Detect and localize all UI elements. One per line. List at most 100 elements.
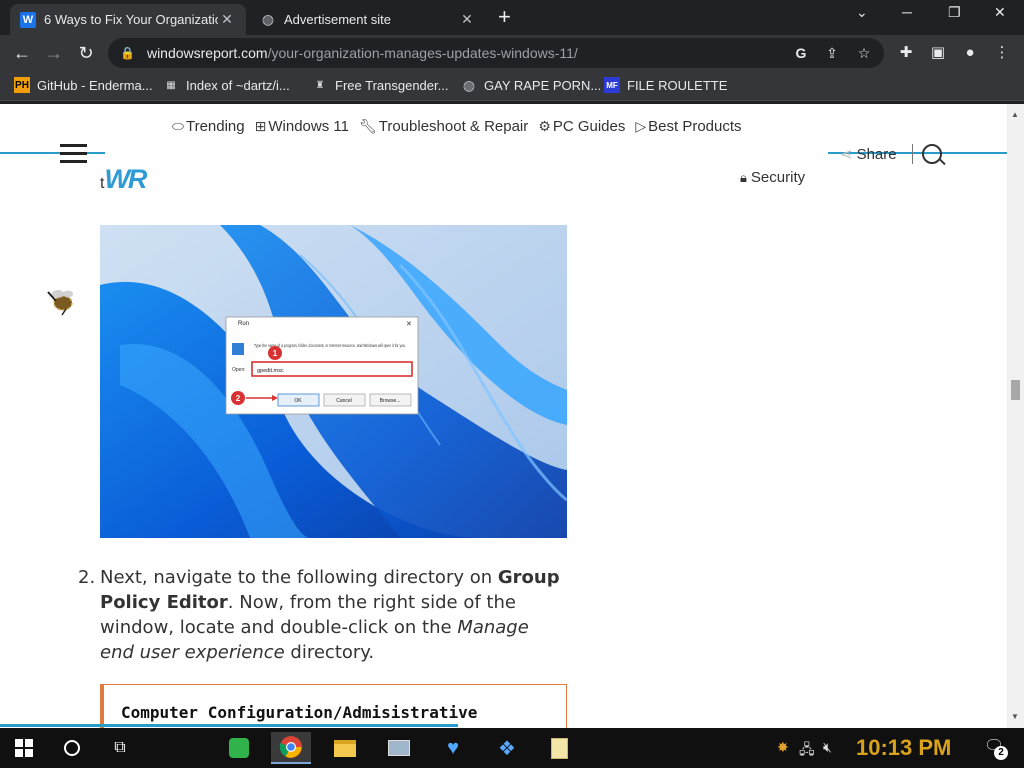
bee-cursor-icon (47, 290, 73, 316)
scroll-down-icon[interactable]: ▼ (1011, 712, 1019, 721)
share-button[interactable]: ⋖ Share (840, 145, 897, 164)
notification-count-badge: 2 (994, 746, 1008, 760)
bookmark-file-roulette[interactable]: MF FILE ROULETTE (604, 77, 727, 93)
ph-favicon-icon: PH (14, 77, 30, 93)
bookmark-index[interactable]: ▦ Index of ~dartz/i... (163, 77, 290, 93)
forward-button[interactable]: → (42, 41, 66, 65)
run-browse: Browse... (380, 398, 401, 404)
cube-icon: ❖ (498, 737, 516, 760)
bookmarks-bar: PH GitHub - Enderma... ▦ Index of ~dartz… (0, 71, 1024, 101)
taskbar-clock[interactable]: 10:13 PM (856, 735, 951, 761)
bookmark-gay-rape[interactable]: ◍ GAY RAPE PORN... (461, 77, 601, 93)
address-bar[interactable]: 🔒 windowsreport.com/your-organization-ma… (108, 38, 884, 68)
google-lens-icon[interactable]: G (791, 43, 811, 63)
bookmark-label: GitHub - Enderma... (37, 77, 153, 93)
hamburger-menu-icon[interactable] (60, 144, 87, 168)
search-icon[interactable] (922, 144, 942, 164)
svg-text:✕: ✕ (406, 321, 412, 328)
scrollbar-thumb[interactable] (1011, 380, 1020, 400)
lock-icon: 🔒 (120, 46, 135, 60)
close-tab-icon[interactable]: ✕ (218, 11, 236, 28)
globe-icon: ◍ (261, 11, 275, 27)
run-open-label: Open: (232, 367, 246, 373)
bookmark-github[interactable]: PH GitHub - Enderma... (14, 77, 153, 93)
scroll-up-icon[interactable]: ▲ (1011, 110, 1019, 119)
nav-best-products[interactable]: ▷ Best Products (635, 118, 741, 135)
close-window-button[interactable]: ✕ (994, 4, 1006, 21)
tab-inactive[interactable]: ◍ Advertisement site ✕ (250, 4, 486, 35)
mf-favicon-icon: MF (604, 77, 620, 93)
taskbar-app-health[interactable]: ♥ (433, 732, 473, 764)
share-icon: ⋖ (840, 146, 853, 163)
wrench-icon: 🔧︎ (358, 118, 377, 134)
search-button[interactable] (52, 732, 92, 764)
article-screenshot: Run ✕ Type the name of a program, folder… (100, 225, 567, 538)
page-scrollbar[interactable]: ▲ ▼ (1007, 104, 1024, 728)
windows-icon: ⊞ (254, 118, 267, 134)
padlock-icon: 🔒︎ (740, 169, 747, 185)
nav-label: PC Guides (552, 118, 626, 135)
monitor-icon (388, 740, 410, 756)
url-host: windowsreport.com (146, 45, 268, 61)
taskbar-app-notepad[interactable] (539, 732, 579, 764)
taskbar-app-cube[interactable]: ❖ (487, 732, 527, 764)
start-button[interactable] (4, 732, 44, 764)
run-ok: OK (294, 398, 302, 404)
folder-icon (334, 739, 356, 757)
share-label: Share (856, 145, 897, 163)
step-text: Next, navigate to the following director… (100, 567, 498, 588)
restore-button[interactable]: ❐ (948, 4, 961, 21)
task-view-button[interactable]: ⧉ (100, 732, 140, 764)
chrome-icon (279, 736, 302, 758)
minimize-button[interactable]: ─ (902, 4, 912, 20)
site-nav: ⬭ Trending ⊞ Windows 11 🔧︎ Troubleshoot … (172, 118, 752, 135)
bookmark-label: Index of ~dartz/i... (186, 77, 290, 93)
tab-search-chevron-icon[interactable]: ⌄ (856, 4, 868, 21)
notification-center-icon[interactable]: 🗨︎ 2 (984, 736, 1008, 760)
taskbar-app-monitor[interactable] (379, 732, 419, 764)
tab-title: Advertisement site (284, 12, 391, 27)
menu-kebab-icon[interactable]: ⋮ (992, 43, 1012, 63)
nav-pc-guides[interactable]: ⚙ PC Guides (538, 118, 625, 135)
taskbar-app-notes[interactable] (219, 732, 259, 764)
nav-security[interactable]: 🔒︎ Security (740, 169, 805, 186)
green-notes-icon (229, 738, 249, 758)
code-text[interactable]: Computer Configuration/Admisistrative (121, 703, 477, 722)
header-rule-left (0, 152, 105, 154)
step-2-paragraph: 2. Next, navigate to the following direc… (78, 565, 568, 665)
code-block: Computer Configuration/Admisistrative (100, 684, 567, 728)
new-tab-button[interactable]: + (498, 6, 511, 28)
notepad-icon (550, 737, 568, 759)
back-button[interactable]: ← (10, 41, 34, 65)
tray-app-icon[interactable]: ✸ (777, 739, 789, 756)
taskbar-app-explorer[interactable] (325, 732, 365, 764)
url-path: /your-organization-manages-updates-windo… (267, 45, 578, 61)
side-panel-icon[interactable]: ▣ (928, 43, 948, 63)
nav-windows-11[interactable]: ⊞ Windows 11 (255, 118, 349, 135)
play-icon: ▷ (635, 118, 647, 134)
folder-icon: ▦ (166, 79, 176, 91)
task-view-icon: ⧉ (114, 739, 126, 756)
site-logo[interactable]: tWR (100, 164, 147, 195)
nav-trending[interactable]: ⬭ Trending (172, 118, 245, 135)
header-divider (912, 144, 913, 164)
volume-muted-icon[interactable]: 🔇︎ (823, 739, 832, 756)
profile-icon[interactable]: ● (960, 43, 980, 63)
close-tab-icon[interactable]: ✕ (458, 11, 476, 28)
globe-icon: ◍ (462, 76, 476, 93)
gear-icon: ⚙ (538, 118, 551, 134)
windowsreport-favicon-icon: W (20, 11, 36, 28)
share-page-icon[interactable]: ⇪ (822, 43, 842, 63)
bookmark-free-transgender[interactable]: ♜ Free Transgender... (312, 77, 449, 93)
network-icon[interactable]: 🖧︎ (799, 739, 815, 763)
run-input-value: gpedit.msc (257, 368, 284, 374)
taskbar-app-chrome[interactable] (271, 732, 311, 764)
bookmark-star-icon[interactable]: ☆ (854, 43, 874, 63)
extensions-icon[interactable]: ✚ (896, 43, 916, 63)
tab-strip: W 6 Ways to Fix Your Organization ✕ ◍ Ad… (0, 0, 1024, 35)
nav-troubleshoot[interactable]: 🔧︎ Troubleshoot & Repair (359, 118, 528, 135)
tab-active[interactable]: W 6 Ways to Fix Your Organization ✕ (10, 4, 246, 35)
reload-button[interactable]: ↻ (74, 41, 98, 65)
tab-title: 6 Ways to Fix Your Organization (44, 12, 218, 27)
run-cancel: Cancel (336, 398, 352, 404)
